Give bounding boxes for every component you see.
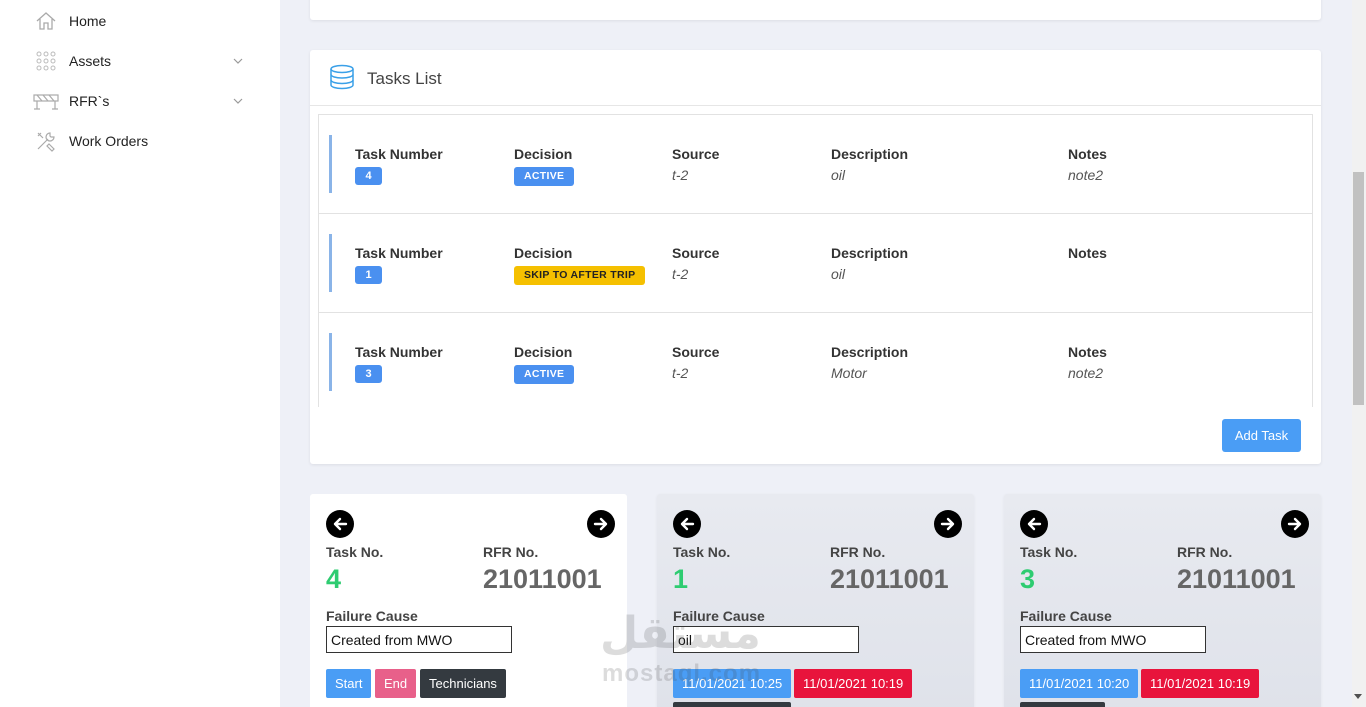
task-no-label: Task No. [326,544,384,560]
task-number-badge: 1 [355,266,382,284]
task-list[interactable]: Task Number 4 Decision ACTIVE Source t-2… [318,114,1313,407]
sidebar-item-rfrs[interactable]: RFR`s [0,81,280,121]
tasks-list-header: Tasks List [310,50,1321,106]
decision-header: Decision [514,146,573,162]
failure-cause-label: Failure Cause [1020,608,1112,624]
task-card: Task No. RFR No. 1 21011001 Failure Caus… [657,494,974,707]
database-icon [328,64,356,95]
arrow-right-icon[interactable] [934,510,962,538]
source-header: Source [672,245,720,261]
failure-cause-label: Failure Cause [326,608,418,624]
failure-cause-input[interactable] [673,626,859,653]
rfr-no-value: 21011001 [483,564,602,594]
end-time-button[interactable]: 11/01/2021 10:19 [1141,669,1260,698]
sidebar-item-label: Assets [69,53,112,69]
rfr-no-value: 21011001 [1177,564,1296,594]
chevron-down-icon[interactable] [231,54,245,68]
previous-card [310,0,1321,20]
description-value: Motor [831,365,867,381]
task-row[interactable]: Task Number 1 Decision SKIP TO AFTER TRI… [319,214,1312,313]
chevron-down-icon[interactable] [231,94,245,108]
sidebar-item-assets[interactable]: Assets [0,41,280,81]
main-content: Tasks List Task Number 4 Decision ACTIVE… [280,0,1352,707]
sidebar-item-work-orders[interactable]: Work Orders [0,121,280,161]
task-number-badge: 3 [355,365,382,383]
failure-cause-input[interactable] [326,626,512,653]
task-card: Task No. RFR No. 4 21011001 Failure Caus… [310,494,627,707]
arrow-left-icon[interactable] [673,510,701,538]
home-icon [33,9,59,33]
tasks-list-title: Tasks List [367,69,442,88]
task-number-header: Task Number [355,344,443,360]
rfr-no-label: RFR No. [1177,544,1233,560]
rfr-no-label: RFR No. [483,544,539,560]
task-row[interactable]: Task Number 3 Decision ACTIVE Source t-2… [319,313,1312,407]
sidebar: Home Assets RFR`s Work Orders [0,0,280,707]
task-number-header: Task Number [355,245,443,261]
task-card: Task No. RFR No. 3 21011001 Failure Caus… [1004,494,1321,707]
task-number-header: Task Number [355,146,443,162]
row-accent-bar [329,234,332,292]
source-header: Source [672,344,720,360]
source-value: t-2 [672,266,689,282]
start-time-button[interactable]: 11/01/2021 10:20 [1020,669,1139,698]
description-value: oil [831,266,846,282]
sidebar-item-label: Work Orders [69,133,149,149]
failure-cause-input[interactable] [1020,626,1206,653]
end-button[interactable]: End [375,669,417,698]
start-button[interactable]: Start [326,669,372,698]
decision-badge: SKIP TO AFTER TRIP [514,266,646,285]
notes-value: note2 [1068,365,1104,381]
notes-header: Notes [1068,146,1107,162]
description-header: Description [831,344,909,360]
sidebar-item-home[interactable]: Home [0,1,280,41]
end-time-button[interactable]: 11/01/2021 10:19 [794,669,913,698]
tasks-list-card: Tasks List Task Number 4 Decision ACTIVE… [310,50,1321,464]
task-row[interactable]: Task Number 4 Decision ACTIVE Source t-2… [319,115,1312,214]
description-header: Description [831,245,909,261]
task-number-badge: 4 [355,167,382,185]
arrow-right-icon[interactable] [1281,510,1309,538]
source-value: t-2 [672,365,689,381]
description-value: oil [831,167,846,183]
technicians-button[interactable]: Technicians [420,669,506,698]
rfr-no-value: 21011001 [830,564,949,594]
rfr-no-label: RFR No. [830,544,886,560]
source-value: t-2 [672,167,689,183]
description-header: Description [831,146,909,162]
arrow-right-icon[interactable] [587,510,615,538]
notes-value: note2 [1068,167,1104,183]
start-time-button[interactable]: 11/01/2021 10:25 [673,669,792,698]
arrow-left-icon[interactable] [326,510,354,538]
notes-header: Notes [1068,344,1107,360]
tools-icon [33,129,59,153]
decision-badge: ACTIVE [514,167,575,186]
task-no-label: Task No. [673,544,731,560]
task-no-label: Task No. [1020,544,1078,560]
decision-badge: ACTIVE [514,365,575,384]
source-header: Source [672,146,720,162]
task-no-value: 4 [326,564,342,594]
decision-header: Decision [514,344,573,360]
sidebar-item-label: Home [69,13,107,29]
technicians-button[interactable] [1020,702,1105,707]
grid-dots-icon [33,49,59,73]
arrow-left-icon[interactable] [1020,510,1048,538]
task-no-value: 3 [1020,564,1036,594]
row-accent-bar [329,333,332,391]
failure-cause-label: Failure Cause [673,608,765,624]
scrollbar-thumb[interactable] [1353,172,1364,405]
decision-header: Decision [514,245,573,261]
task-no-value: 1 [673,564,689,594]
add-task-button[interactable]: Add Task [1222,419,1301,452]
barrier-icon [33,89,59,113]
sidebar-item-label: RFR`s [69,93,110,109]
notes-header: Notes [1068,245,1107,261]
scroll-down-arrow-icon[interactable] [1354,694,1362,699]
technicians-button[interactable] [673,702,791,707]
row-accent-bar [329,135,332,193]
